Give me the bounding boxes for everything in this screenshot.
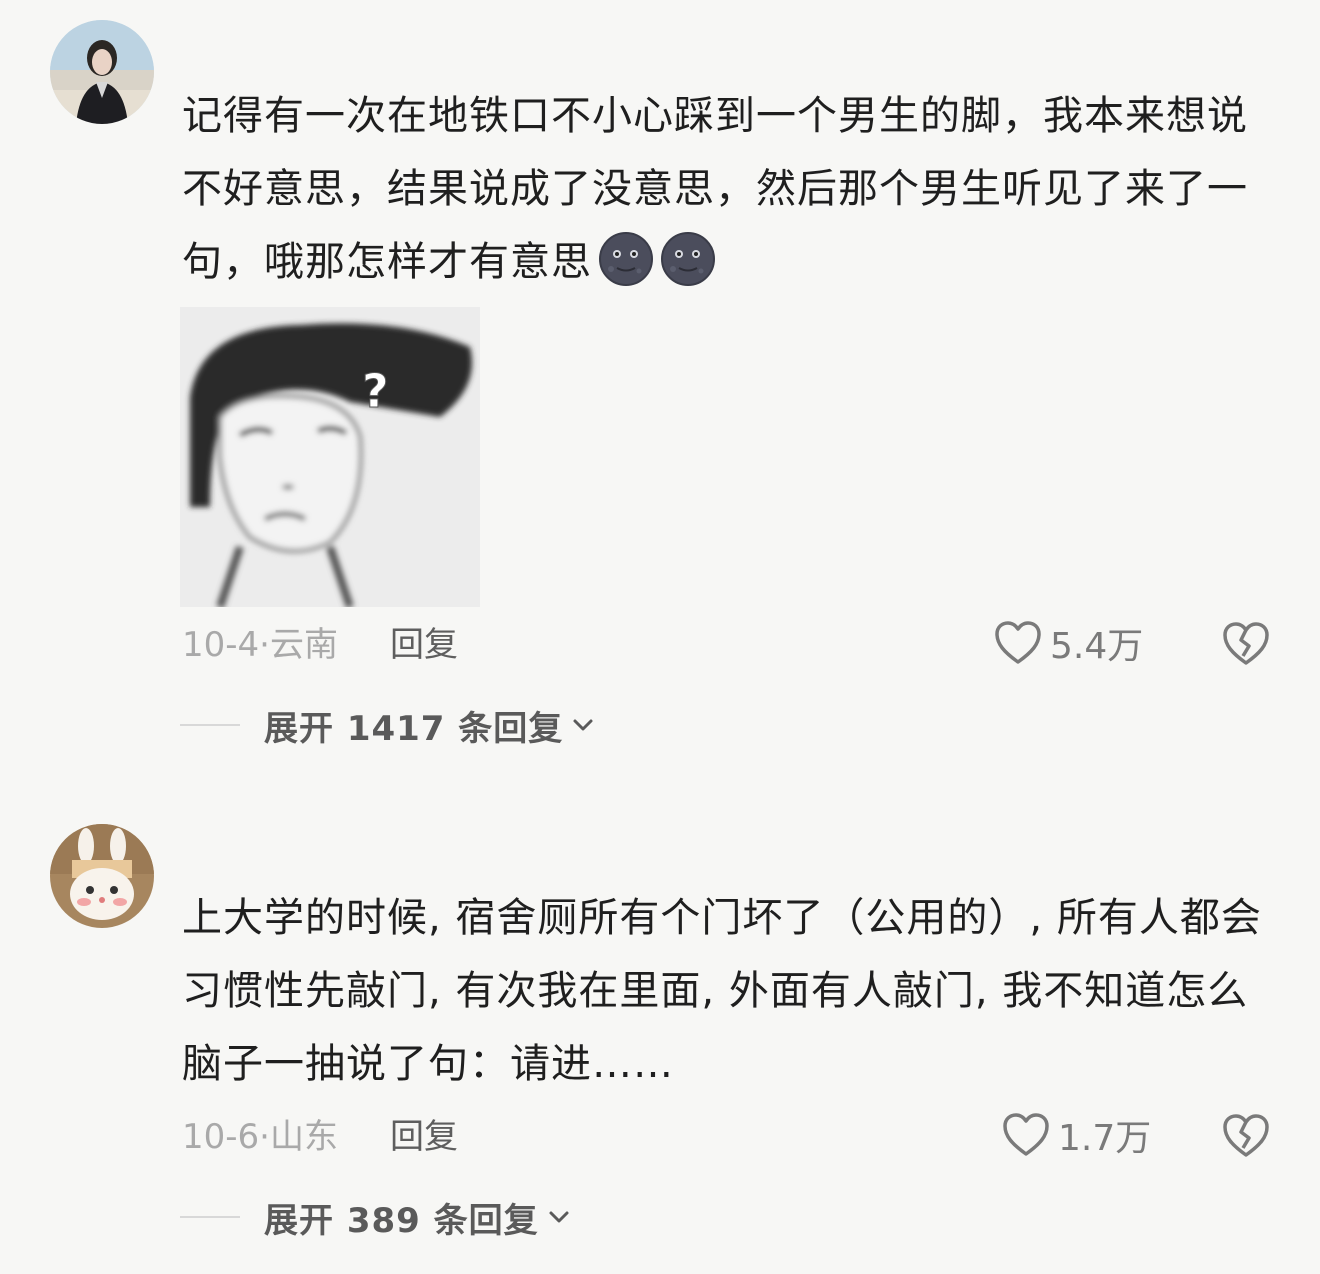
divider-line: [180, 1216, 240, 1218]
moon-face-icon: [599, 232, 653, 286]
svg-text:?: ?: [362, 364, 389, 418]
comment-meta: 10-4·云南 回复: [182, 622, 458, 668]
dislike-button[interactable]: [1222, 1112, 1270, 1160]
comment-location: 山东: [269, 1117, 338, 1157]
chevron-down-icon: [573, 719, 593, 731]
avatar-image: [50, 824, 154, 928]
comment-location: 云南: [269, 625, 338, 665]
like-count: 5.4万: [1050, 626, 1144, 667]
divider-line: [180, 724, 240, 726]
broken-heart-icon: [1223, 1114, 1269, 1157]
expand-replies[interactable]: 展开 389 条回复: [180, 1194, 571, 1241]
comment-date: 10-4·: [182, 625, 270, 665]
user-avatar[interactable]: [50, 824, 154, 928]
moon-face-icon: [661, 232, 715, 286]
broken-heart-icon: [1223, 622, 1269, 665]
like-count: 1.7万: [1058, 1118, 1152, 1159]
comment-date: 10-6·: [182, 1117, 270, 1157]
chevron-down-icon: [549, 1211, 569, 1223]
like-button[interactable]: 5.4万: [994, 618, 1143, 668]
user-avatar[interactable]: [50, 20, 154, 124]
like-button[interactable]: 1.7万: [1002, 1110, 1151, 1160]
reply-button[interactable]: 回复: [390, 625, 458, 665]
reply-button[interactable]: 回复: [390, 1117, 458, 1157]
comment-text: 记得有一次在地铁口不小心踩到一个男生的脚，我本来想说不好意思，结果说成了没意思，…: [182, 80, 1272, 299]
avatar-image: [50, 20, 154, 124]
comment-item: 记得有一次在地铁口不小心踩到一个男生的脚，我本来想说不好意思，结果说成了没意思，…: [0, 0, 1320, 780]
expand-replies-label: 展开 1417 条回复: [264, 708, 564, 749]
comment-meta: 10-6·山东 回复: [182, 1114, 458, 1160]
confused-sketch-meme: ?: [180, 307, 480, 607]
dislike-button[interactable]: [1222, 620, 1270, 668]
meme-image[interactable]: ?: [180, 307, 480, 607]
heart-icon: [1003, 1113, 1049, 1156]
heart-icon: [995, 621, 1041, 664]
comment-text: 上大学的时候, 宿舍厕所有个门坏了（公用的）, 所有人都会习惯性先敲门, 有次我…: [182, 895, 1262, 1087]
comment-item: 上大学的时候, 宿舍厕所有个门坏了（公用的）, 所有人都会习惯性先敲门, 有次我…: [0, 790, 1320, 1274]
expand-replies-label: 展开 389 条回复: [264, 1200, 539, 1241]
expand-replies[interactable]: 展开 1417 条回复: [180, 702, 595, 749]
